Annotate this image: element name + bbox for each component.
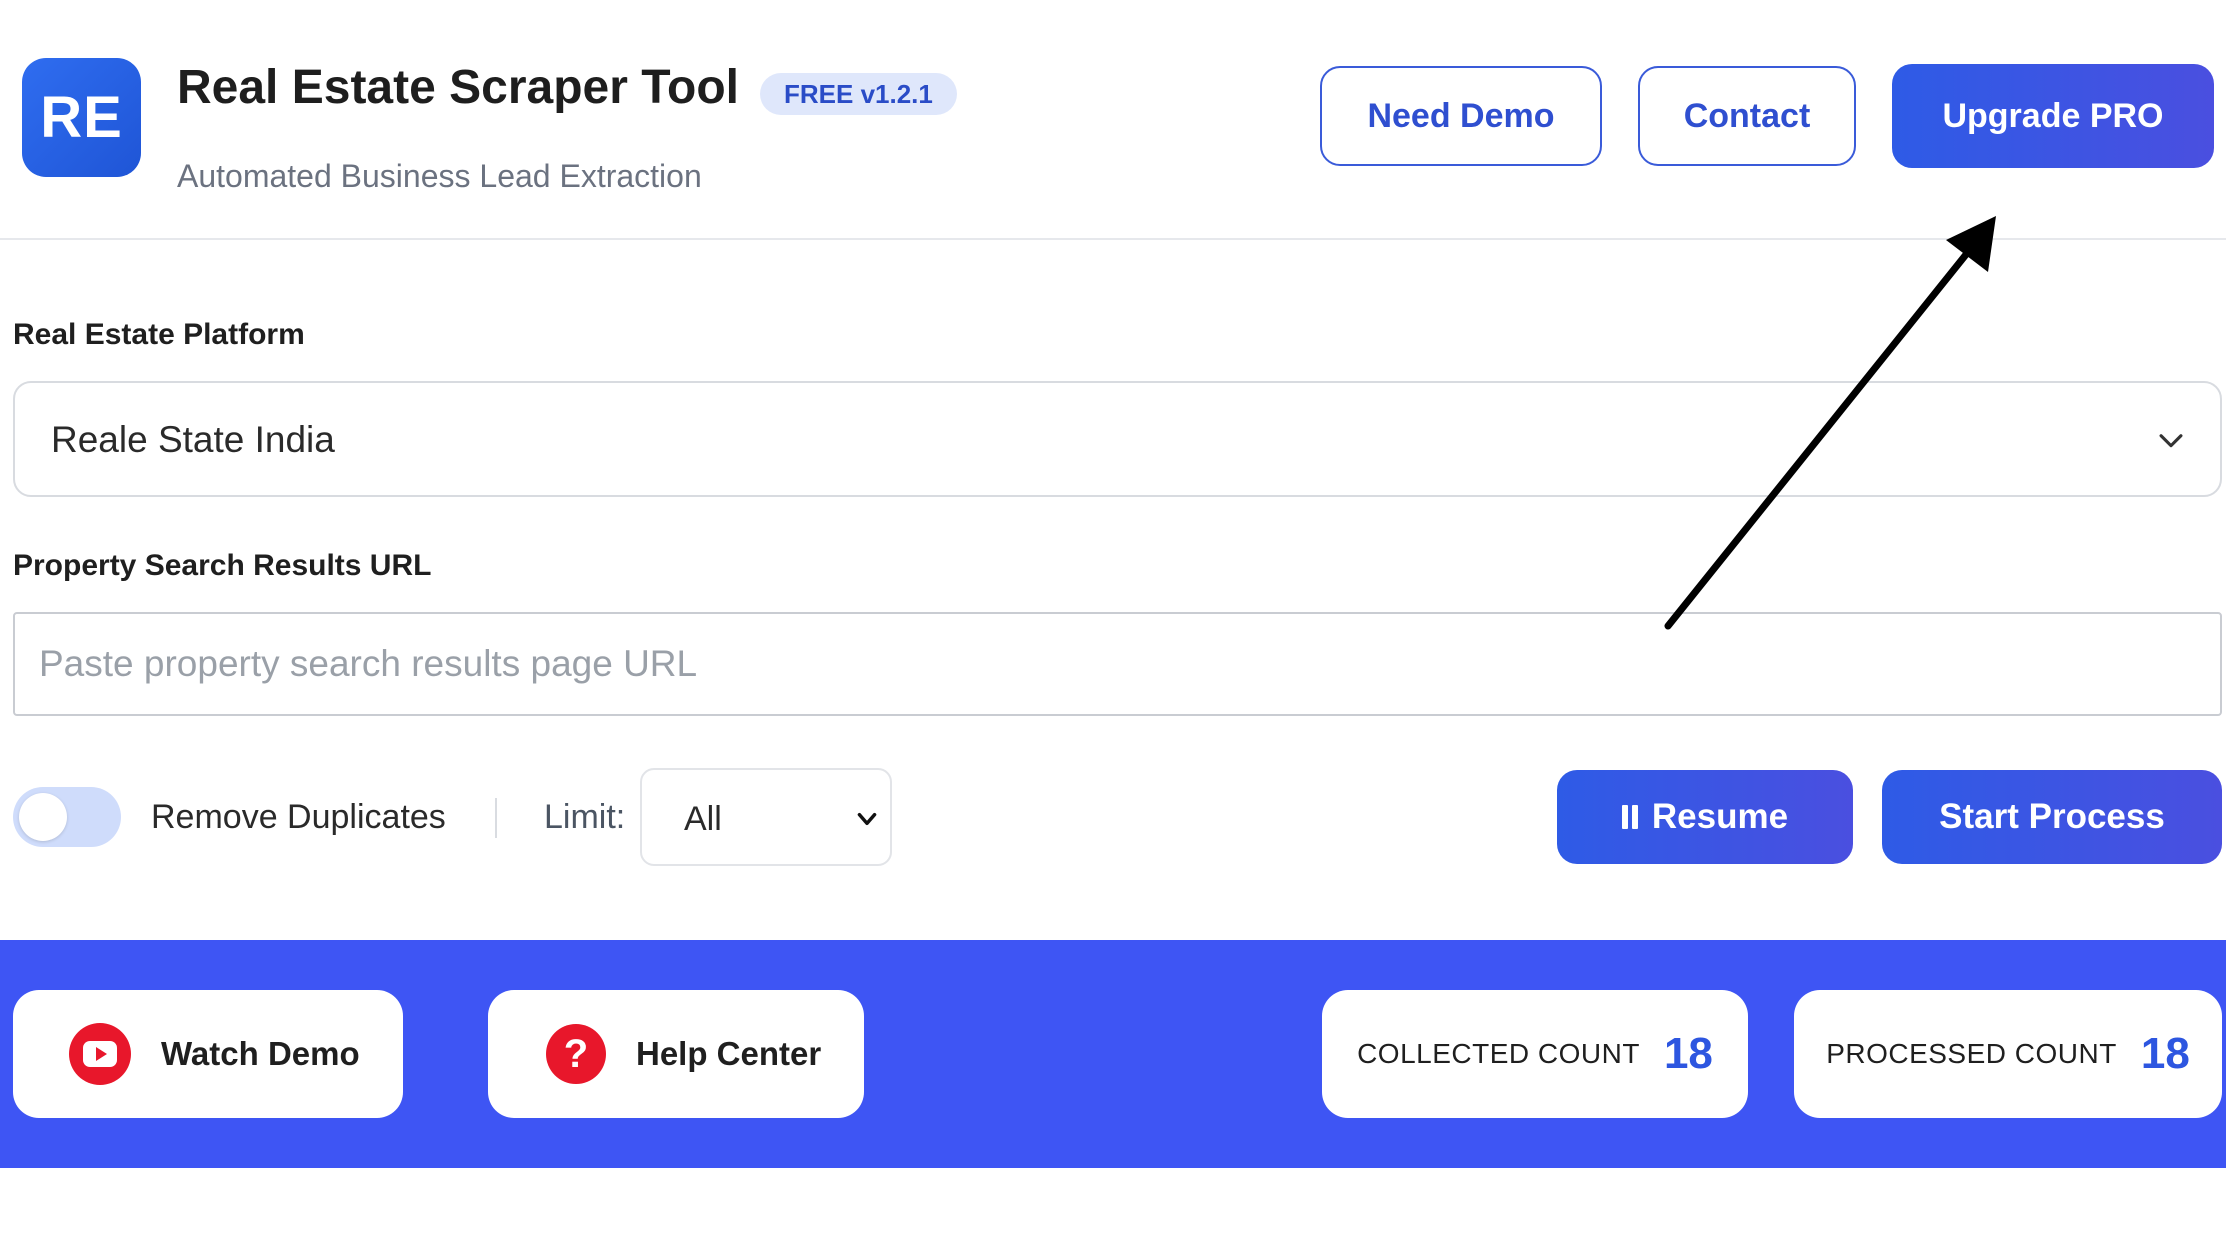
platform-label: Real Estate Platform: [13, 318, 305, 351]
watch-demo-label: Watch Demo: [161, 1035, 360, 1072]
collected-count-value: 18: [1663, 1029, 1713, 1078]
start-process-button[interactable]: Start Process: [1882, 770, 2222, 864]
help-center-button[interactable]: ? Help Center: [488, 990, 864, 1118]
platform-select-value: Reale State India: [51, 419, 335, 460]
processed-count-label: PROCESSED COUNT: [1826, 1038, 2117, 1069]
help-center-label: Help Center: [636, 1035, 822, 1072]
chevron-down-icon: [2159, 434, 2183, 448]
app-subtitle: Automated Business Lead Extraction: [177, 158, 702, 194]
divider: [495, 798, 497, 838]
processed-count-value: 18: [2140, 1029, 2190, 1078]
version-badge: FREE v1.2.1: [760, 73, 957, 115]
footer-bar: Watch Demo ? Help Center COLLECTED COUNT…: [0, 940, 2226, 1168]
platform-select[interactable]: Reale State India: [13, 381, 2222, 497]
question-icon: ?: [546, 1024, 606, 1084]
resume-button[interactable]: Resume: [1557, 770, 1853, 864]
app-logo: RE: [22, 58, 141, 177]
youtube-icon: [69, 1023, 131, 1085]
need-demo-button[interactable]: Need Demo: [1320, 66, 1602, 166]
remove-duplicates-toggle[interactable]: [13, 787, 121, 847]
resume-label: Resume: [1651, 797, 1789, 836]
watch-demo-button[interactable]: Watch Demo: [13, 990, 403, 1118]
processed-count-card: PROCESSED COUNT 18: [1794, 990, 2222, 1118]
limit-select-value: All: [684, 800, 722, 838]
app-title: Real Estate Scraper Tool: [177, 61, 739, 114]
pause-icon: [1621, 805, 1638, 829]
header: RE Real Estate Scraper Tool FREE v1.2.1 …: [0, 0, 2226, 240]
limit-select[interactable]: All: [640, 768, 892, 866]
limit-label: Limit:: [544, 798, 626, 836]
url-input[interactable]: [13, 612, 2222, 716]
upgrade-pro-button[interactable]: Upgrade PRO: [1892, 64, 2214, 168]
collected-count-card: COLLECTED COUNT 18: [1322, 990, 1748, 1118]
collected-count-label: COLLECTED COUNT: [1357, 1038, 1640, 1069]
contact-button[interactable]: Contact: [1638, 66, 1856, 166]
toggle-knob: [19, 793, 67, 841]
remove-duplicates-label: Remove Duplicates: [151, 798, 446, 836]
chevron-down-icon: [857, 812, 877, 826]
url-label: Property Search Results URL: [13, 549, 432, 582]
